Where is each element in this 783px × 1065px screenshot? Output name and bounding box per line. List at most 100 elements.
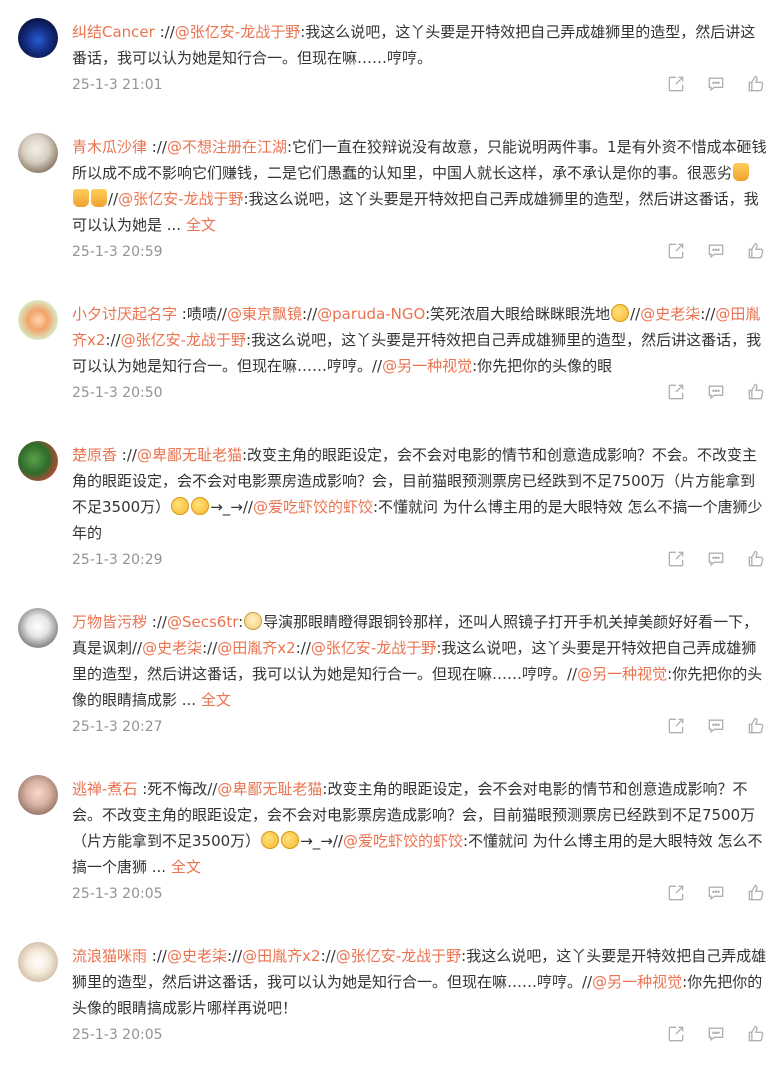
avatar[interactable] xyxy=(18,300,58,340)
mention-link[interactable]: @张亿安-龙战于野 xyxy=(311,639,436,657)
laugh-cry-emoji-icon xyxy=(611,304,630,322)
comment-segment: :// xyxy=(202,639,218,657)
mention-link[interactable]: @paruda-NGO xyxy=(317,305,425,323)
read-more-link[interactable]: 全文 xyxy=(186,216,216,234)
like-icon[interactable] xyxy=(745,548,767,570)
comment-segment: :死不悔改// xyxy=(142,780,218,798)
comment-item: 青木瓜沙律 ://@不想注册在江湖:它们一直在狡辩说没有故意，只能说明两件事。1… xyxy=(0,115,783,282)
read-more-link[interactable]: 全文 xyxy=(201,691,231,709)
comment-segment: :// xyxy=(320,947,336,965)
comment-actions xyxy=(665,882,767,904)
comment-text: 纠结Cancer ://@张亿安-龙战于野:我这么说吧，这丫头要是开特效把自己弄… xyxy=(72,18,767,71)
forward-icon[interactable] xyxy=(665,240,687,262)
comment-meta: 25-1-3 20:05 xyxy=(72,880,767,924)
avatar[interactable] xyxy=(18,441,58,481)
comment-meta: 25-1-3 20:50 xyxy=(72,379,767,423)
timestamp: 25-1-3 20:29 xyxy=(72,552,163,568)
username-link[interactable]: 青木瓜沙律 xyxy=(72,138,147,156)
comment-segment: →_→// xyxy=(300,832,343,850)
avatar[interactable] xyxy=(18,608,58,648)
comment-item: 流浪猫咪雨 ://@史老柒://@田胤齐x2://@张亿安-龙战于野:我这么说吧… xyxy=(0,924,783,1065)
comment-segment: :// xyxy=(159,23,175,41)
comment-text: 青木瓜沙律 ://@不想注册在江湖:它们一直在狡辩说没有故意，只能说明两件事。1… xyxy=(72,133,767,238)
comment-actions xyxy=(665,715,767,737)
comment-text: 流浪猫咪雨 ://@史老柒://@田胤齐x2://@张亿安-龙战于野:我这么说吧… xyxy=(72,942,767,1021)
forward-icon[interactable] xyxy=(665,882,687,904)
comment-icon[interactable] xyxy=(705,381,727,403)
laugh-cry-emoji-icon xyxy=(281,831,300,849)
laugh-cry-emoji-icon xyxy=(191,497,210,515)
username-link[interactable]: 楚原香 xyxy=(72,446,117,464)
timestamp: 25-1-3 20:50 xyxy=(72,385,163,401)
comment-segment: :// xyxy=(301,305,318,323)
timestamp: 25-1-3 20:05 xyxy=(72,886,163,902)
mention-link[interactable]: @卑鄙无耻老猫 xyxy=(137,446,242,464)
comment-icon[interactable] xyxy=(705,882,727,904)
forward-icon[interactable] xyxy=(665,73,687,95)
forward-icon[interactable] xyxy=(665,548,687,570)
comment-segment: :// xyxy=(226,947,243,965)
like-icon[interactable] xyxy=(745,73,767,95)
mention-link[interactable]: @另一种视觉 xyxy=(382,357,472,375)
mention-link[interactable]: @张亿安-龙战于野 xyxy=(336,947,461,965)
username-link[interactable]: 万物皆污秽 xyxy=(72,613,147,631)
username-link[interactable]: 流浪猫咪雨 xyxy=(72,947,147,965)
username-link[interactable]: 纠结Cancer xyxy=(72,23,155,41)
mention-link[interactable]: @爱吃虾饺的虾饺 xyxy=(253,498,373,516)
comment-segment: :// xyxy=(151,947,167,965)
username-link[interactable]: 逃禅-煮石 xyxy=(72,780,137,798)
mention-link[interactable]: @另一种视觉 xyxy=(577,665,667,683)
comment-segment: →_→// xyxy=(210,498,253,516)
mention-link[interactable]: @Secs6tr xyxy=(167,613,238,631)
thumb-down-emoji-icon xyxy=(733,163,750,181)
mention-link[interactable]: @史老柒 xyxy=(640,305,700,323)
comment-text: 万物皆污秽 ://@Secs6tr: 导演那眼睛瞪得跟铜铃那样，还叫人照镜子打开手… xyxy=(72,608,767,713)
comment-icon[interactable] xyxy=(705,715,727,737)
comment-icon[interactable] xyxy=(705,240,727,262)
comment-segment: :// xyxy=(700,305,716,323)
avatar[interactable] xyxy=(18,942,58,982)
mention-link[interactable]: @爱吃虾饺的虾饺 xyxy=(343,832,463,850)
mention-link[interactable]: @张亿安-龙战于野 xyxy=(121,331,246,349)
mention-link[interactable]: @史老柒 xyxy=(167,947,227,965)
timestamp: 25-1-3 20:27 xyxy=(72,719,163,735)
forward-icon[interactable] xyxy=(665,715,687,737)
thumb-down-emoji-icon xyxy=(73,189,89,207)
mention-link[interactable]: @史老柒 xyxy=(142,639,202,657)
username-link[interactable]: 小夕讨厌起名字 xyxy=(72,305,177,323)
comment-meta: 25-1-3 20:29 xyxy=(72,546,767,590)
comment-segment: :// xyxy=(295,639,311,657)
avatar[interactable] xyxy=(18,775,58,815)
avatar[interactable] xyxy=(18,18,58,58)
like-icon[interactable] xyxy=(745,381,767,403)
forward-icon[interactable] xyxy=(665,381,687,403)
like-icon[interactable] xyxy=(745,240,767,262)
comment-actions xyxy=(665,240,767,262)
mention-link[interactable]: @田胤齐x2 xyxy=(242,947,320,965)
read-more-link[interactable]: 全文 xyxy=(171,858,201,876)
comment-icon[interactable] xyxy=(705,548,727,570)
comment-text: 楚原香 ://@卑鄙无耻老猫:改变主角的眼距设定，会不会对电影的情节和创意造成影… xyxy=(72,441,767,546)
comment-meta: 25-1-3 20:05 xyxy=(72,1021,767,1065)
avatar[interactable] xyxy=(18,133,58,173)
cat-emoji-icon xyxy=(244,612,263,630)
mention-link[interactable]: @田胤齐x2 xyxy=(217,639,295,657)
comment-icon[interactable] xyxy=(705,73,727,95)
mention-link[interactable]: @另一种视觉 xyxy=(592,973,682,991)
mention-link[interactable]: @不想注册在江湖 xyxy=(167,138,287,156)
comment-segment: :笑死浓眉大眼给眯眯眼洗地 xyxy=(425,305,611,323)
mention-link[interactable]: @東京飘镜 xyxy=(227,305,302,323)
mention-link[interactable]: @张亿安-龙战于野 xyxy=(118,190,243,208)
forward-icon[interactable] xyxy=(665,1023,687,1045)
mention-link[interactable]: @张亿安-龙战于野 xyxy=(175,23,300,41)
comment-icon[interactable] xyxy=(705,1023,727,1045)
comment-text: 小夕讨厌起名字 :啧啧//@東京飘镜://@paruda-NGO:笑死浓眉大眼给… xyxy=(72,300,767,379)
comment-segment: // xyxy=(630,305,641,323)
comment-item: 纠结Cancer ://@张亿安-龙战于野:我这么说吧，这丫头要是开特效把自己弄… xyxy=(0,0,783,115)
like-icon[interactable] xyxy=(745,715,767,737)
like-icon[interactable] xyxy=(745,882,767,904)
comment-segment: :啧啧// xyxy=(181,305,227,323)
comment-meta: 25-1-3 20:59 xyxy=(72,238,767,282)
mention-link[interactable]: @卑鄙无耻老猫 xyxy=(217,780,322,798)
like-icon[interactable] xyxy=(745,1023,767,1045)
